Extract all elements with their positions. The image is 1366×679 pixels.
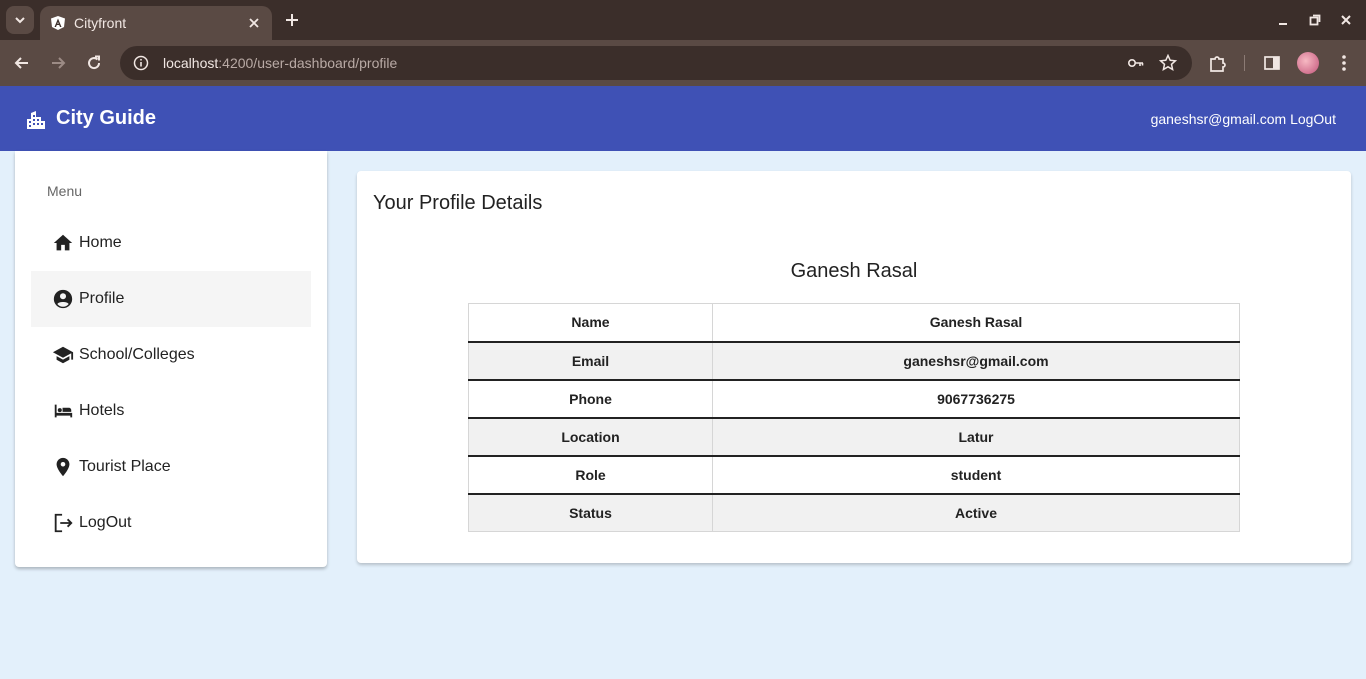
logout-icon: [51, 511, 75, 535]
city-building-icon: [27, 111, 45, 129]
table-row: Role student: [468, 455, 1240, 494]
more-vertical-icon[interactable]: [1333, 52, 1355, 74]
browser-tab-bar: Cityfront: [0, 0, 1366, 40]
profile-name-heading: Ganesh Rasal: [790, 260, 918, 282]
row-value-name: Ganesh Rasal: [712, 303, 1240, 342]
header-logout-button[interactable]: LogOut: [1290, 111, 1336, 127]
new-tab-icon[interactable]: [282, 10, 302, 30]
site-info-icon[interactable]: [132, 54, 150, 72]
angular-logo-icon: [50, 15, 66, 31]
sidebar-item-logout[interactable]: LogOut: [31, 495, 311, 551]
table-row: Location Latur: [468, 417, 1240, 456]
extensions-puzzle-icon[interactable]: [1207, 52, 1229, 74]
reload-icon[interactable]: [82, 51, 106, 75]
url-host: localhost: [163, 55, 219, 71]
row-label-name: Name: [468, 303, 713, 342]
row-label-role: Role: [468, 455, 713, 494]
row-label-location: Location: [468, 417, 713, 456]
sidebar-item-profile[interactable]: Profile: [31, 271, 311, 327]
sidebar-item-label: Hotels: [79, 402, 125, 419]
tab-search-button[interactable]: [6, 6, 34, 34]
table-row: Email ganeshsr@gmail.com: [468, 341, 1240, 380]
app-title: City Guide: [56, 107, 157, 129]
table-row: Phone 9067736275: [468, 379, 1240, 418]
school-icon: [51, 343, 75, 367]
toolbar-separator: [1244, 55, 1245, 71]
sidebar-item-tourist-place[interactable]: Tourist Place: [31, 439, 311, 495]
minimize-window-icon[interactable]: [1275, 12, 1291, 28]
profile-avatar[interactable]: [1297, 52, 1319, 74]
profile-details-table: Name Ganesh Rasal Email ganeshsr@gmail.c…: [468, 303, 1240, 532]
sidebar-item-label: Profile: [79, 290, 125, 307]
profile-card: Your Profile Details Ganesh Rasal Name G…: [357, 171, 1351, 563]
row-label-email: Email: [468, 341, 713, 380]
row-value-role: student: [712, 455, 1240, 494]
sidebar-item-home[interactable]: Home: [31, 215, 311, 271]
table-row: Status Active: [468, 493, 1240, 532]
location-pin-icon: [51, 455, 75, 479]
row-value-status: Active: [712, 493, 1240, 532]
account-circle-icon: [51, 287, 75, 311]
home-icon: [51, 231, 75, 255]
url-text: localhost:4200/user-dashboard/profile: [163, 55, 397, 71]
header-user-area: ganeshsr@gmail.com LogOut: [1151, 111, 1336, 127]
sidebar-item-label: School/Colleges: [79, 346, 195, 363]
sidebar: Menu Home Profile School/Colleges Hotels…: [15, 151, 327, 567]
sidebar-item-label: Tourist Place: [79, 458, 171, 475]
tab-title: Cityfront: [74, 15, 127, 31]
row-label-phone: Phone: [468, 379, 713, 418]
app-header: City Guide ganeshsr@gmail.com LogOut: [0, 86, 1366, 151]
chevron-down-icon: [15, 17, 25, 24]
password-key-icon[interactable]: [1126, 53, 1146, 73]
browser-toolbar: localhost:4200/user-dashboard/profile: [0, 40, 1366, 86]
close-window-icon[interactable]: [1338, 12, 1354, 28]
page-title: Your Profile Details: [373, 192, 543, 214]
sidebar-item-label: Home: [79, 234, 122, 251]
close-tab-icon[interactable]: [246, 15, 262, 31]
user-email: ganeshsr@gmail.com: [1150, 111, 1287, 127]
menu-label: Menu: [47, 183, 83, 199]
row-value-email: ganeshsr@gmail.com: [712, 341, 1240, 380]
url-path: :4200/user-dashboard/profile: [218, 55, 398, 71]
sidebar-item-hotels[interactable]: Hotels: [31, 383, 311, 439]
sidebar-item-label: LogOut: [79, 514, 132, 531]
bookmark-star-icon[interactable]: [1158, 53, 1178, 73]
row-value-phone: 9067736275: [712, 379, 1240, 418]
sidebar-item-school-colleges[interactable]: School/Colleges: [31, 327, 311, 383]
row-value-location: Latur: [712, 417, 1240, 456]
table-row: Name Ganesh Rasal: [468, 303, 1240, 342]
address-bar[interactable]: localhost:4200/user-dashboard/profile: [120, 46, 1192, 80]
back-arrow-icon[interactable]: [10, 51, 34, 75]
hotel-icon: [51, 399, 75, 423]
restore-window-icon[interactable]: [1307, 12, 1323, 28]
side-panel-icon[interactable]: [1261, 52, 1283, 74]
browser-tab[interactable]: Cityfront: [40, 6, 272, 40]
forward-arrow-icon[interactable]: [46, 51, 70, 75]
row-label-status: Status: [468, 493, 713, 532]
